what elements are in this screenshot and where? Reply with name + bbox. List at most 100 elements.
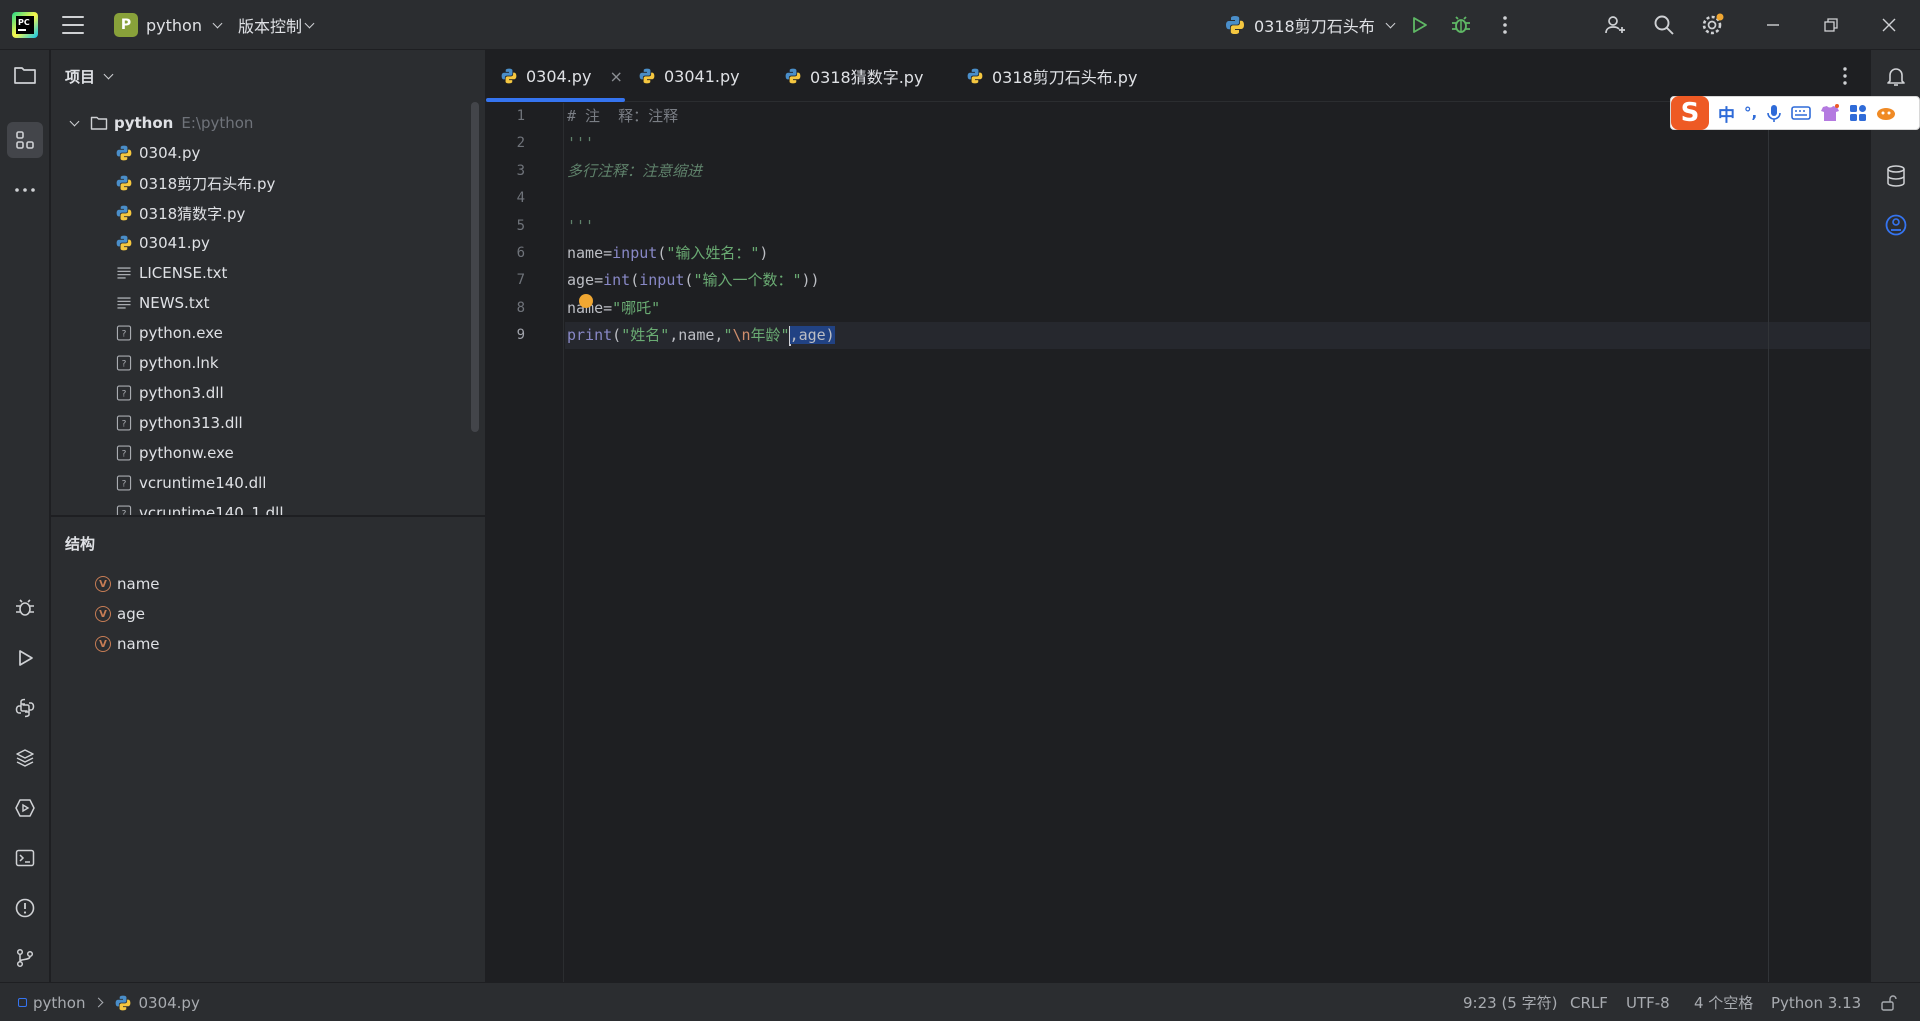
tree-file-item[interactable]: ? vcruntime140_1.dll (115, 498, 284, 515)
skin-icon[interactable] (1820, 104, 1840, 122)
chevron-right-icon (94, 997, 104, 1008)
close-window-button[interactable] (1876, 12, 1902, 38)
ime-mode-toggle[interactable]: 中 (1718, 101, 1735, 126)
tab-options-button[interactable] (1842, 66, 1848, 90)
tree-file-item[interactable]: 0304.py (115, 138, 200, 168)
tree-file-item[interactable]: ? python3.dll (115, 378, 224, 408)
docstring-token: ''' (567, 217, 595, 235)
notifications-button[interactable] (1884, 64, 1908, 92)
more-vertical-icon (1843, 67, 1847, 85)
tree-file-label: LICENSE.txt (139, 264, 228, 282)
restore-icon (1824, 18, 1838, 32)
vcs-menu[interactable]: 版本控制 (234, 11, 317, 39)
tree-file-item[interactable]: 0318剪刀石头布.py (115, 168, 275, 198)
problems-tool-button[interactable] (7, 890, 43, 926)
escape-token: \n (732, 326, 751, 344)
tree-file-item[interactable]: ? python313.dll (115, 408, 243, 438)
search-icon (1654, 15, 1674, 35)
tree-file-item[interactable]: ? vcruntime140.dll (115, 468, 266, 498)
tree-file-item[interactable]: ? python.lnk (115, 348, 219, 378)
more-horizontal-icon (15, 188, 35, 192)
tree-file-item[interactable]: ? python.exe (115, 318, 223, 348)
code-token: age= (567, 271, 604, 289)
intention-bulb-icon[interactable] (579, 294, 593, 308)
project-scrollbar[interactable] (471, 102, 479, 432)
structure-panel: 结构 Vname Vage Vname (51, 517, 485, 982)
add-user-icon (1605, 16, 1625, 34)
caret-position[interactable]: 9:23 (5 字符) (1463, 983, 1557, 1021)
python-interpreter[interactable]: Python 3.13 (1771, 983, 1861, 1021)
services-tool-button[interactable] (7, 790, 43, 826)
tree-file-item[interactable]: LICENSE.txt (115, 258, 227, 288)
tab-0318-guess-number-py[interactable]: 0318猜数字.py (784, 50, 923, 102)
project-tool-button[interactable] (7, 57, 43, 93)
tab-0318-rps-py[interactable]: 0318剪刀石头布.py (966, 50, 1137, 102)
breadcrumb-project[interactable]: python (33, 994, 85, 1012)
debug-button[interactable] (1448, 12, 1474, 38)
line-separator[interactable]: CRLF (1570, 983, 1608, 1021)
run-button[interactable] (1406, 12, 1432, 38)
restore-window-button[interactable] (1818, 12, 1844, 38)
run-tool-button[interactable] (7, 640, 43, 676)
menu-bar-line (62, 32, 84, 34)
toolbox-icon[interactable] (1849, 104, 1867, 122)
search-button[interactable] (1651, 12, 1677, 38)
terminal-tool-button[interactable] (7, 840, 43, 876)
breadcrumb-file[interactable]: 0304.py (138, 994, 199, 1012)
chevron-down-icon (69, 116, 80, 126)
vcs-label: 版本控制 (238, 17, 303, 36)
ime-toolbar[interactable]: S 中 °, (1670, 96, 1920, 130)
mascot-icon[interactable] (1876, 105, 1896, 121)
more-actions-button[interactable] (1492, 12, 1518, 38)
variable-icon: V (95, 576, 111, 592)
project-panel-header[interactable]: 项目 (51, 50, 485, 102)
minimize-window-button[interactable] (1760, 12, 1786, 38)
services-icon (15, 799, 35, 817)
more-tools-button[interactable] (7, 172, 43, 208)
readonly-toggle[interactable] (1880, 983, 1898, 1021)
python-console-button[interactable] (7, 690, 43, 726)
tab-03041-py[interactable]: 03041.py (638, 50, 740, 102)
svg-text:?: ? (122, 360, 127, 370)
tree-file-item[interactable]: ? pythonw.exe (115, 438, 234, 468)
structure-icon (16, 131, 34, 149)
structure-variable-item[interactable]: Vname (95, 629, 160, 659)
code-editor[interactable]: # 注 释：注释 ''' 多行注释：注意缩进 ''' name=input("输… (565, 103, 1870, 982)
tab-label: 03041.py (664, 66, 740, 86)
python-packages-button[interactable] (7, 740, 43, 776)
keyboard-icon[interactable] (1791, 105, 1812, 121)
line-number: 3 (516, 163, 525, 179)
code-line-5: ''' (567, 213, 594, 240)
project-switcher[interactable]: P python (108, 11, 227, 39)
structure-variable-item[interactable]: Vage (95, 599, 145, 629)
string-token: "输入一个数：" (693, 271, 802, 289)
add-user-button[interactable] (1602, 12, 1628, 38)
tree-file-item[interactable]: 0318猜数字.py (115, 198, 245, 228)
python-file-icon (501, 68, 517, 84)
tab-label: 0318猜数字.py (810, 68, 924, 87)
structure-item-label: name (117, 575, 160, 593)
run-config-name: 0318剪刀石头布 (1254, 17, 1375, 36)
microphone-icon[interactable] (1766, 103, 1782, 123)
tree-root-folder[interactable]: python E:\python (69, 108, 253, 138)
tab-close-icon[interactable]: × (609, 67, 622, 86)
unknown-file-icon: ? (116, 385, 132, 401)
tab-0304-py[interactable]: 0304.py × (486, 50, 625, 102)
indent-setting[interactable]: 4 个空格 (1694, 983, 1753, 1021)
ime-punctuation-toggle[interactable]: °, (1744, 104, 1757, 122)
main-menu-button[interactable] (60, 13, 86, 37)
tree-file-item[interactable]: NEWS.txt (115, 288, 209, 318)
settings-button[interactable] (1700, 12, 1726, 38)
git-tool-button[interactable] (7, 940, 43, 976)
ai-assistant-button[interactable] (1884, 213, 1908, 241)
structure-tool-button[interactable] (7, 122, 43, 158)
run-configuration-selector[interactable]: 0318剪刀石头布 (1224, 11, 1396, 39)
structure-variable-item[interactable]: Vname (95, 569, 160, 599)
database-tool-button[interactable] (1885, 164, 1907, 192)
python-file-icon (967, 68, 983, 84)
tree-file-item[interactable]: 03041.py (115, 228, 210, 258)
layers-icon (16, 749, 34, 767)
debug-tool-button[interactable] (7, 590, 43, 626)
structure-panel-title: 结构 (65, 534, 96, 553)
file-encoding[interactable]: UTF-8 (1626, 983, 1670, 1021)
